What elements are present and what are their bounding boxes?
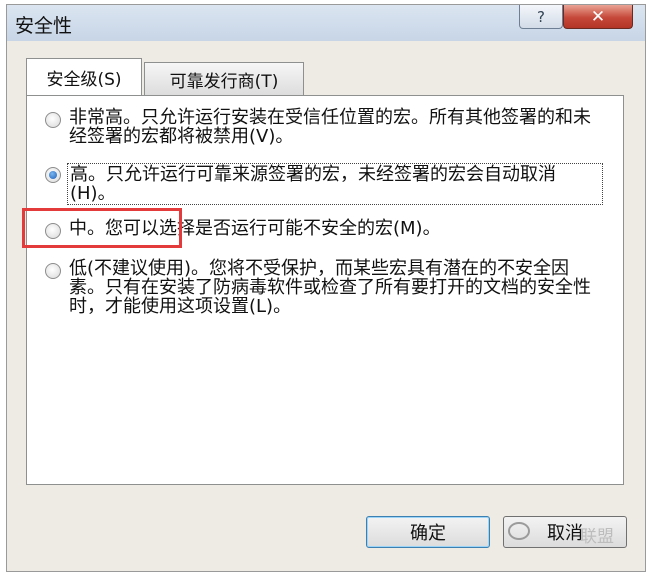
ok-button[interactable]: 确定: [366, 516, 490, 548]
radio-low[interactable]: [45, 263, 61, 279]
help-icon: ?: [537, 7, 545, 26]
security-level-panel: 非常高。只允许运行安装在受信任位置的宏。所有其他签署的和未经签署的宏都将被禁用(…: [26, 95, 624, 485]
option-very-high-label: 非常高。只允许运行安装在受信任位置的宏。所有其他签署的和未经签署的宏都将被禁用(…: [69, 107, 591, 147]
option-low-label: 低(不建议使用)。您将不受保护，而某些宏具有潜在的不安全因素。只有在安装了防病毒…: [69, 258, 591, 317]
title-bar: 安全性 ? ✕: [7, 5, 645, 41]
radio-very-high[interactable]: [45, 112, 61, 128]
close-icon: ✕: [590, 6, 606, 27]
watermark-icon: [508, 522, 530, 540]
watermark-text: 联盟: [580, 527, 614, 547]
option-high-label: 高。只允许运行可靠来源签署的宏，未经签署的宏会自动取消(H)。: [67, 163, 603, 205]
help-button[interactable]: ?: [519, 5, 563, 29]
highlight-box: [22, 208, 182, 248]
window-title: 安全性: [15, 15, 73, 37]
tab-security-level[interactable]: 安全级(S): [26, 58, 142, 95]
radio-high[interactable]: [45, 167, 61, 183]
close-button[interactable]: ✕: [563, 5, 633, 29]
tab-trusted-publishers[interactable]: 可靠发行商(T): [144, 62, 304, 96]
